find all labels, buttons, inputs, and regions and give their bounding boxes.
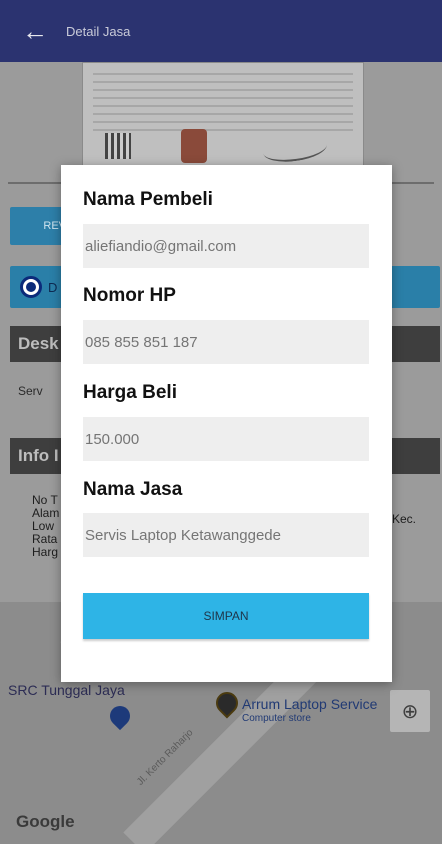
google-logo: Google [16, 812, 75, 831]
description-text: Serv [18, 384, 43, 398]
portrait-photo [181, 129, 207, 163]
app-bar: ← Detail Jasa [0, 0, 442, 62]
price-label: Harga Beli [83, 382, 177, 403]
buyer-name-input[interactable] [83, 224, 369, 268]
price-input[interactable] [83, 417, 369, 461]
info-lines: No T Alam Low Rata Harg [32, 494, 59, 559]
qr-code-icon [105, 133, 131, 159]
info-tail: Kec. [392, 512, 417, 526]
purchase-dialog: Nama Pembeli Nomor HP Harga Beli Nama Ja… [61, 165, 392, 682]
shop-pin-icon[interactable] [105, 701, 135, 731]
phone-input[interactable] [83, 320, 369, 364]
signature-mark [261, 132, 329, 166]
radio-label: D [48, 279, 58, 295]
info-line: Harg [32, 545, 59, 559]
map-place-sublabel: Computer store [242, 713, 311, 724]
store-pin-icon[interactable] [211, 687, 243, 719]
map-place-label: Arrum Laptop Service [242, 696, 378, 712]
buyer-name-label: Nama Pembeli [83, 189, 213, 210]
phone-label: Nomor HP [83, 285, 176, 306]
page-title: Detail Jasa [66, 23, 131, 39]
back-arrow-icon[interactable]: ← [18, 14, 52, 48]
my-location-icon[interactable]: ⊕ [390, 690, 430, 732]
ktp-photo [82, 62, 364, 180]
radio-selected-icon[interactable] [20, 276, 42, 298]
service-name-input[interactable] [83, 513, 369, 557]
map-place-label: SRC Tunggal Jaya [8, 682, 125, 698]
save-button[interactable]: SIMPAN [83, 593, 369, 639]
document-text-lines [93, 73, 353, 133]
service-name-label: Nama Jasa [83, 479, 183, 500]
